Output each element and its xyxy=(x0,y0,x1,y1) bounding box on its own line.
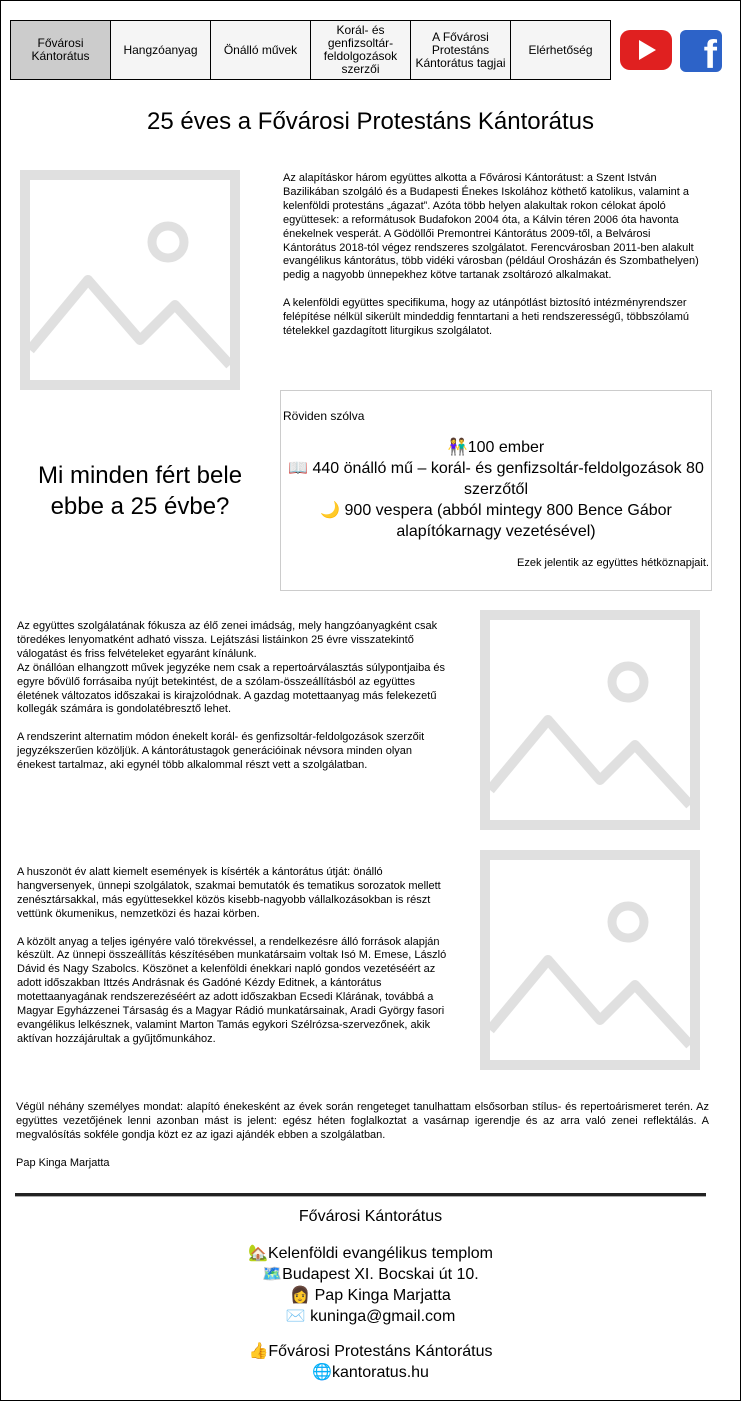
signature: Pap Kinga Marjatta xyxy=(16,1156,110,1169)
footer-venue: 🏡Kelenföldi evangélikus templom xyxy=(248,1245,493,1262)
stat-works: 📖 440 önálló mű – korál- és genfizsoltár… xyxy=(288,460,704,498)
closing-text: Végül néhány személyes mondat: alapító é… xyxy=(16,1101,709,1171)
section-paragraph: Az önállóan elhangzott művek jegyzéke ne… xyxy=(17,661,446,716)
image-placeholder-icon xyxy=(20,170,240,390)
intro-paragraph: A kelenföldi együttes specifikuma, hogy … xyxy=(283,297,690,337)
facebook-icon[interactable]: f xyxy=(680,30,722,72)
section-paragraph: A rendszerint alternatim módon énekelt k… xyxy=(17,731,425,772)
intro-paragraph: Az alapításkor három együttes alkotta a … xyxy=(283,172,699,282)
image-placeholder-icon xyxy=(480,850,700,1070)
footer-facebook-link[interactable]: 👍Fővárosi Protestáns Kántorátus xyxy=(0,1341,741,1362)
summary-stats: 👫100 ember 📖 440 önálló mű – korál- és g… xyxy=(281,437,711,542)
intro-text: Az alapításkor három együttes alkotta a … xyxy=(283,172,703,339)
footer-heading: Fővárosi Kántorátus xyxy=(298,1208,443,1225)
footer-email[interactable]: ✉️ kuninga@gmail.com xyxy=(0,1306,741,1327)
section-paragraph: Az együttes szolgálatának fókusza az élő… xyxy=(17,620,438,660)
tab-elerhetoseg[interactable]: Elérhetőség xyxy=(510,20,611,80)
tab-tagok[interactable]: A Fővárosi Protestáns Kántorátus tagjai xyxy=(410,20,511,80)
stat-vespers: 🌙 900 vespera (abból mintegy 800 Bence G… xyxy=(320,502,672,540)
summary-footer: Ezek jelentik az együttes hétköznapjait. xyxy=(516,557,709,569)
tab-onallo-muvek[interactable]: Önálló művek xyxy=(210,20,311,80)
section-paragraph: A közölt anyag a teljes igényére való tö… xyxy=(17,935,447,1045)
play-icon xyxy=(639,40,656,60)
summary-label: Röviden szólva xyxy=(283,409,365,423)
question-heading: Mi minden fért bele ebbe a 25 évbe? xyxy=(37,462,243,520)
facebook-f-icon: f xyxy=(703,33,717,72)
youtube-icon[interactable] xyxy=(620,30,672,70)
footer-links: 👍Fővárosi Protestáns Kántorátus 🌐kantora… xyxy=(0,1341,741,1383)
section-paragraph: A huszonöt év alatt kiemelt események is… xyxy=(17,866,441,920)
footer-divider xyxy=(15,1193,706,1197)
tab-hangzoanyag[interactable]: Hangzóanyag xyxy=(110,20,211,80)
summary-box: Röviden szólva 👫100 ember 📖 440 önálló m… xyxy=(280,390,712,591)
stat-members: 👫100 ember xyxy=(447,439,545,456)
footer-address: 🗺️Budapest XI. Bocskai út 10. xyxy=(262,1266,479,1283)
footer-contact: 🏡Kelenföldi evangélikus templom 🗺️Budape… xyxy=(0,1243,741,1327)
footer-website-link[interactable]: 🌐kantoratus.hu xyxy=(0,1362,741,1383)
footer-contact-person: 👩 Pap Kinga Marjatta xyxy=(290,1287,451,1304)
section-events-text: A huszonöt év alatt kiemelt események is… xyxy=(17,866,447,1047)
closing-paragraph: Végül néhány személyes mondat: alapító é… xyxy=(16,1101,709,1141)
tab-fovarosi-kantoratus[interactable]: Fővárosi Kántorátus xyxy=(10,20,111,80)
main-navigation: Fővárosi Kántorátus Hangzóanyag Önálló m… xyxy=(10,20,611,80)
tab-koral-szerzoi[interactable]: Korál- és genfizsoltár-feldolgozások sze… xyxy=(310,20,411,80)
section-recordings-text: Az együttes szolgálatának fókusza az élő… xyxy=(17,620,452,773)
image-placeholder-icon xyxy=(480,610,700,830)
page-title: 25 éves a Fővárosi Protestáns Kántorátus xyxy=(147,108,594,135)
